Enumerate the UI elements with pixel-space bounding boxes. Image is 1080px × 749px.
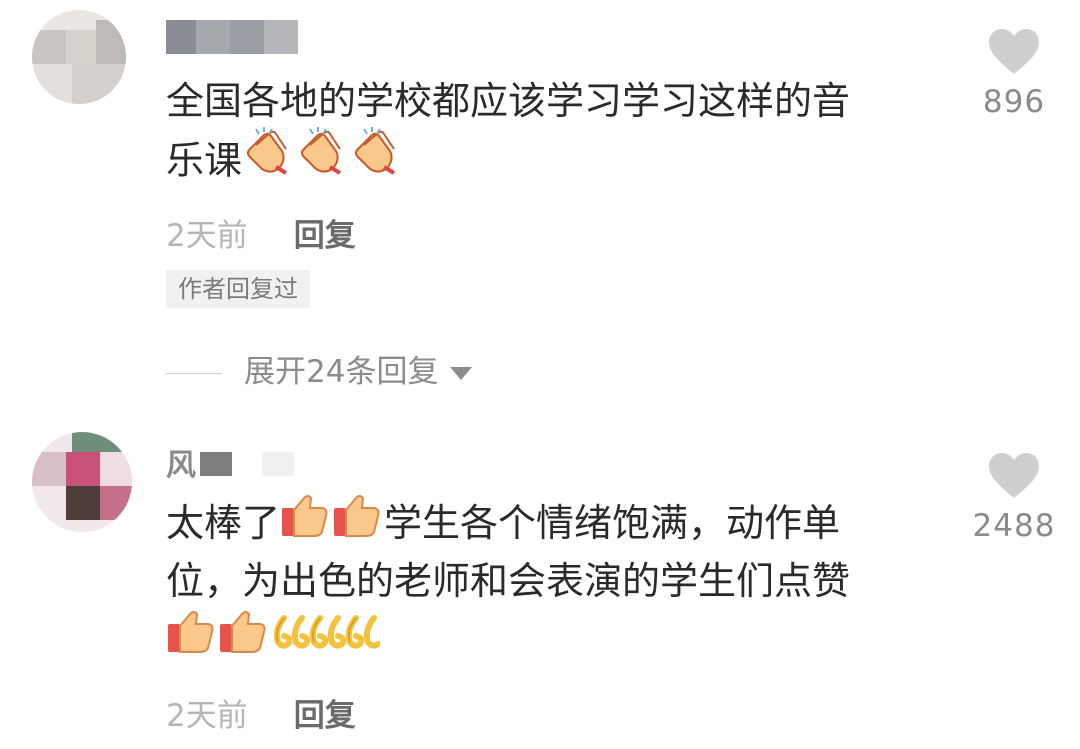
- comment-text: 全国各地的学校都应该学习学习这样的音 乐课: [166, 72, 926, 188]
- comment-item: 风 太棒了 学生各个情绪饱满，动作单 位，为出色的老师和会表演的学生们点赞 24…: [0, 420, 1080, 749]
- username-redacted[interactable]: [166, 20, 298, 54]
- comment-item: 全国各地的学校都应该学习学习这样的音 乐课 896 2天前 回复 作者回复过 展开…: [0, 0, 1080, 410]
- reply-button[interactable]: 回复: [294, 698, 356, 734]
- comment-meta: 2天前 回复: [166, 690, 356, 735]
- clapping-hands-icon: [296, 127, 348, 193]
- comment-text-fragment: 乐课: [166, 138, 243, 183]
- heart-icon: [989, 453, 1039, 498]
- comment-text-line: 全国各地的学校都应该学习学习这样的音: [166, 79, 851, 123]
- comment-text-fragment: 太棒了: [166, 501, 281, 545]
- thumbs-up-icon: [332, 492, 382, 554]
- like-button[interactable]: 2488: [954, 452, 1074, 544]
- clapping-hands-icon: [350, 127, 402, 193]
- timestamp: 2天前: [166, 698, 248, 734]
- expand-replies-label: 展开24条回复: [244, 354, 439, 390]
- comment-text-line: [166, 610, 926, 668]
- divider: [166, 373, 222, 374]
- comment-text: 太棒了 学生各个情绪饱满，动作单 位，为出色的老师和会表演的学生们点赞: [166, 494, 926, 668]
- comment-text-line: 太棒了 学生各个情绪饱满，动作单: [166, 494, 926, 552]
- username-initial: 风: [166, 448, 196, 483]
- thumbs-up-icon: [218, 608, 268, 670]
- author-replied-badge: 作者回复过: [166, 270, 310, 308]
- username-redacted[interactable]: 风: [166, 442, 306, 483]
- comment-meta: 2天前 回复: [166, 210, 356, 255]
- clapping-hands-icon: [242, 127, 294, 193]
- avatar[interactable]: [32, 10, 126, 104]
- avatar[interactable]: [32, 432, 132, 532]
- like-count: 896: [982, 84, 1046, 120]
- reply-button[interactable]: 回复: [294, 218, 356, 254]
- expand-replies-button[interactable]: 展开24条回复: [166, 346, 473, 391]
- six-six-six-icon: [270, 610, 381, 668]
- comment-text-fragment: 学生各个情绪饱满，动作单: [384, 501, 841, 545]
- comment-text-line: 位，为出色的老师和会表演的学生们点赞: [166, 559, 851, 603]
- timestamp: 2天前: [166, 218, 248, 254]
- like-count: 2488: [972, 508, 1056, 544]
- heart-icon: [989, 29, 1039, 74]
- chevron-down-icon: [450, 367, 473, 380]
- thumbs-up-icon: [280, 492, 330, 554]
- like-button[interactable]: 896: [954, 28, 1074, 120]
- thumbs-up-icon: [166, 608, 216, 670]
- comment-text-line: 乐课: [166, 127, 926, 188]
